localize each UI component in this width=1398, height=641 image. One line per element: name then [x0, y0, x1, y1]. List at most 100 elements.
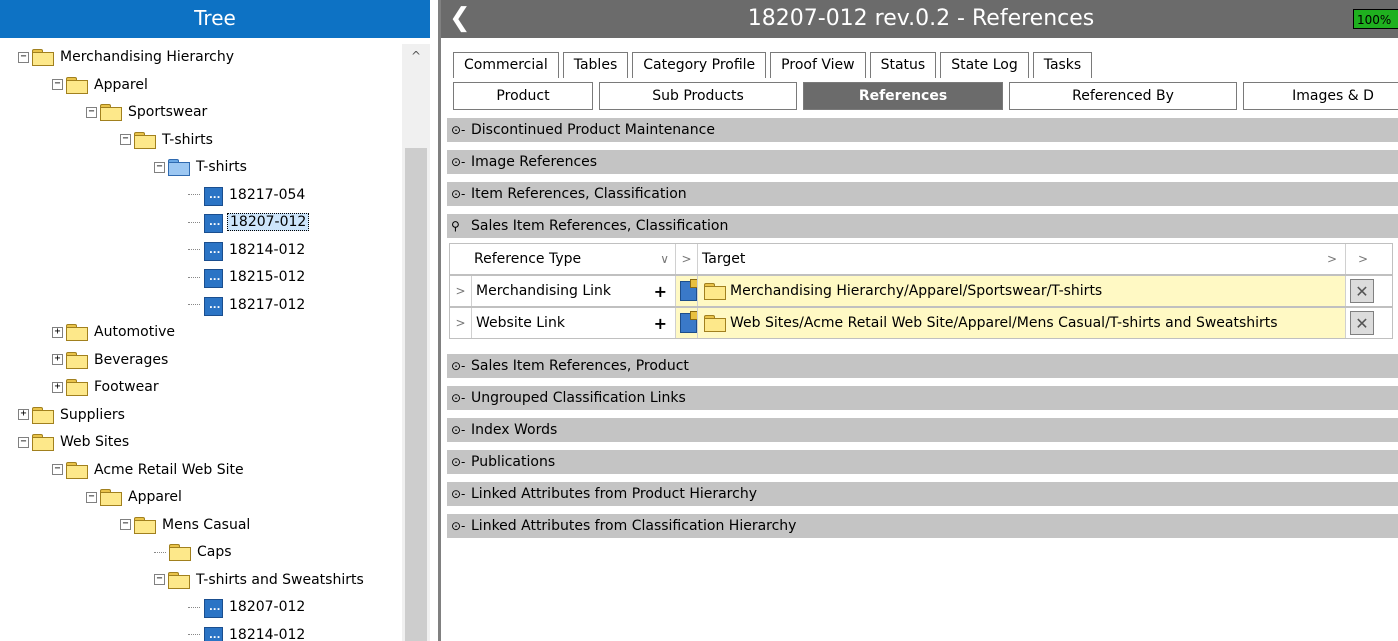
tree-item[interactable]: − Acme Retail Web Site	[52, 457, 246, 483]
delete-cell[interactable]: ✕	[1346, 276, 1380, 306]
tree-item[interactable]: − T-shirts	[154, 154, 249, 180]
tree-item[interactable]: 18207-012	[188, 209, 310, 235]
tree-item[interactable]: − Web Sites	[18, 429, 131, 455]
tree-item[interactable]: 18215-012	[188, 264, 307, 290]
add-icon[interactable]: +	[654, 314, 667, 333]
row-expand-icon[interactable]: >	[450, 276, 472, 306]
target-cell[interactable]: Web Sites/Acme Retail Web Site/Apparel/M…	[698, 308, 1346, 338]
collapse-minus-icon[interactable]: −	[154, 574, 165, 585]
collapse-minus-icon[interactable]: −	[120, 134, 131, 145]
section-header[interactable]: ⊙- Index Words	[447, 418, 1398, 442]
expand-plus-icon[interactable]: +	[18, 409, 29, 420]
tree-item[interactable]: − Merchandising Hierarchy	[18, 44, 236, 70]
pin-collapsed-icon[interactable]: ⊙-	[451, 391, 469, 405]
pin-collapsed-icon[interactable]: ⊙-	[451, 155, 469, 169]
tree-item[interactable]: − T-shirts and Sweatshirts	[154, 567, 366, 593]
collapse-minus-icon[interactable]: −	[120, 519, 131, 530]
collapse-minus-icon[interactable]: −	[52, 464, 63, 475]
header-target[interactable]: Target >	[698, 244, 1346, 274]
row-expand-icon[interactable]: >	[450, 308, 472, 338]
tree-item[interactable]: + Suppliers	[18, 402, 127, 428]
section-header[interactable]: ⚲ Sales Item References, Classification	[447, 214, 1398, 238]
section-header[interactable]: ⊙- Item References, Classification	[447, 182, 1398, 206]
link-icon-cell[interactable]	[676, 276, 698, 306]
reference-link-icon[interactable]	[680, 311, 697, 333]
tree-item-label: 18215-012	[229, 269, 306, 285]
tree-item[interactable]: Caps	[154, 539, 234, 565]
section-title: Index Words	[471, 422, 558, 438]
pin-collapsed-icon[interactable]: ⊙-	[451, 423, 469, 437]
tree-item[interactable]: − Apparel	[86, 484, 184, 510]
table-row[interactable]: > Website Link + Web Sites/Acme Retail Web …	[449, 307, 1393, 339]
expand-plus-icon[interactable]: +	[52, 326, 63, 338]
delete-x-icon[interactable]: ✕	[1350, 311, 1374, 335]
tree-item[interactable]: − Mens Casual	[120, 512, 252, 538]
target-cell[interactable]: Merchandising Hierarchy/Apparel/Sportswe…	[698, 276, 1346, 306]
collapse-minus-icon[interactable]: −	[86, 106, 97, 118]
tree-item[interactable]: 18217-012	[188, 292, 307, 318]
section-header[interactable]: ⊙- Linked Attributes from Classification …	[447, 514, 1398, 538]
collapse-minus-icon[interactable]: −	[18, 51, 29, 63]
tree-item-label: T-shirts	[196, 159, 247, 175]
tab-references[interactable]: References	[803, 82, 1003, 110]
collapse-minus-icon[interactable]: −	[86, 491, 97, 503]
reference-link-icon[interactable]	[680, 279, 697, 301]
pin-expanded-icon[interactable]: ⚲	[451, 219, 469, 233]
pin-collapsed-icon[interactable]: ⊙-	[451, 187, 469, 201]
tree-item[interactable]: 18214-012	[188, 622, 307, 641]
tree-item[interactable]: + Beverages	[52, 347, 170, 373]
pin-collapsed-icon[interactable]: ⊙-	[451, 359, 469, 373]
table-row[interactable]: > Merchandising Link + Merchandising Hierar…	[449, 275, 1393, 307]
scroll-thumb[interactable]	[405, 148, 427, 641]
collapse-minus-icon[interactable]: −	[18, 436, 29, 448]
tree-item[interactable]: 18207-012	[188, 594, 307, 620]
reference-type-cell[interactable]: Merchandising Link +	[472, 276, 676, 306]
header-more-icon[interactable]: >	[1346, 244, 1380, 274]
tab-status[interactable]: Status	[869, 52, 937, 78]
header-reference-type[interactable]: Reference Type ∨	[450, 244, 676, 274]
tree-item[interactable]: 18217-054	[188, 182, 307, 208]
tab-category-profile[interactable]: Category Profile	[632, 52, 767, 78]
tab-product[interactable]: Product	[453, 82, 593, 110]
reference-type-cell[interactable]: Website Link +	[472, 308, 676, 338]
section-header[interactable]: ⊙- Publications	[447, 450, 1398, 474]
dropdown-icon[interactable]: ∨	[660, 252, 669, 266]
tree-item-label: 18214-012	[229, 241, 306, 258]
add-icon[interactable]: +	[654, 282, 667, 301]
tree-scrollbar[interactable]: ^	[402, 44, 430, 641]
tab-sub-products[interactable]: Sub Products	[599, 82, 797, 110]
tab-proof-view[interactable]: Proof View	[770, 52, 866, 78]
tree-item[interactable]: 18214-012	[188, 237, 307, 263]
pin-collapsed-icon[interactable]: ⊙-	[451, 455, 469, 469]
pin-collapsed-icon[interactable]: ⊙-	[451, 487, 469, 501]
tab-tasks[interactable]: Tasks	[1032, 52, 1093, 78]
scroll-up-icon[interactable]: ^	[402, 44, 430, 68]
section-header[interactable]: ⊙- Sales Item References, Product	[447, 354, 1398, 378]
tab-referenced-by[interactable]: Referenced By	[1009, 82, 1237, 110]
section-header[interactable]: ⊙- Image References	[447, 150, 1398, 174]
back-arrow-icon[interactable]: ❮	[449, 3, 471, 33]
section-header[interactable]: ⊙- Ungrouped Classification Links	[447, 386, 1398, 410]
tree-item[interactable]: − T-shirts	[120, 127, 215, 153]
tab-tables[interactable]: Tables	[562, 52, 629, 78]
expand-plus-icon[interactable]: +	[52, 381, 63, 393]
link-icon-cell[interactable]	[676, 308, 698, 338]
tab-state-log[interactable]: State Log	[940, 52, 1029, 78]
section-header[interactable]: ⊙- Discontinued Product Maintenance	[447, 118, 1398, 142]
collapse-minus-icon[interactable]: −	[52, 79, 63, 90]
pin-collapsed-icon[interactable]: ⊙-	[451, 123, 469, 137]
section-header[interactable]: ⊙- Linked Attributes from Product Hierarc…	[447, 482, 1398, 506]
collapse-minus-icon[interactable]: −	[154, 161, 165, 173]
tree-item[interactable]: + Automotive	[52, 319, 177, 345]
pin-collapsed-icon[interactable]: ⊙-	[451, 519, 469, 533]
tab-images-d[interactable]: Images & D	[1243, 82, 1398, 110]
delete-x-icon[interactable]: ✕	[1350, 279, 1374, 303]
expand-plus-icon[interactable]: +	[52, 354, 63, 365]
header-expand-icon[interactable]: >	[676, 244, 698, 274]
tree-item-label: 18207-012	[229, 599, 306, 615]
tree-item[interactable]: + Footwear	[52, 374, 161, 400]
delete-cell[interactable]: ✕	[1346, 308, 1380, 338]
tree-item[interactable]: − Sportswear	[86, 99, 209, 125]
tree-item[interactable]: − Apparel	[52, 72, 150, 98]
tab-commercial[interactable]: Commercial	[453, 52, 559, 78]
